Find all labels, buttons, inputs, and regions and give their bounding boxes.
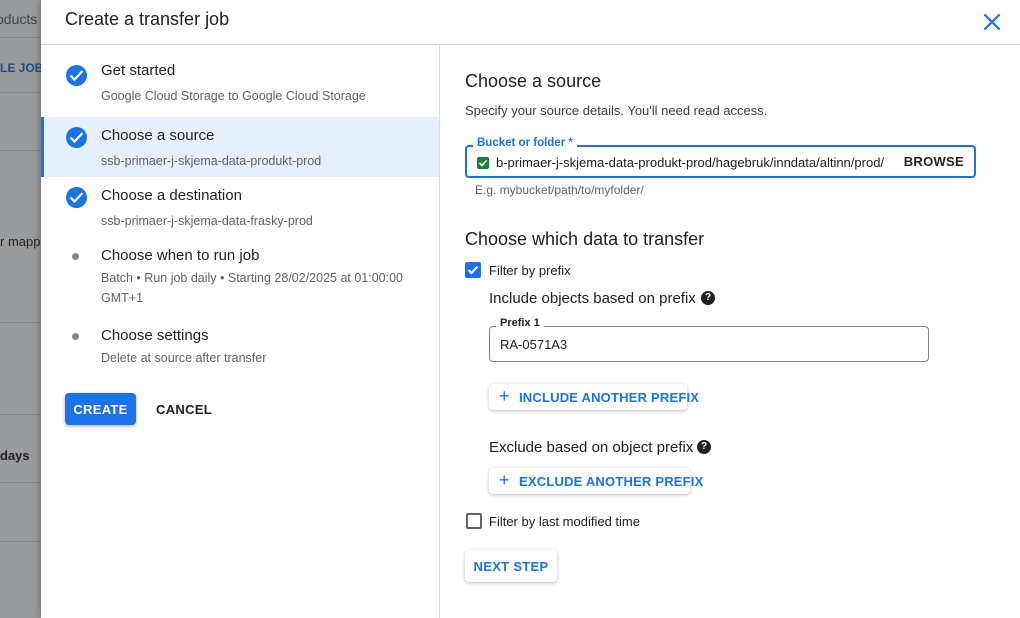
help-icon[interactable]: ? xyxy=(697,440,711,454)
filter-by-last-modified-label: Filter by last modified time xyxy=(489,514,640,529)
prefix-input[interactable]: RA-0571A3 xyxy=(500,337,567,352)
filter-by-prefix-checkbox[interactable] xyxy=(465,262,481,278)
source-panel: Choose a source Specify your source deta… xyxy=(465,45,1020,618)
source-description: Specify your source details. You'll need… xyxy=(465,103,768,118)
step-title: Choose a destination xyxy=(101,187,242,204)
step-title: Choose settings xyxy=(101,327,209,344)
browse-button[interactable]: BROWSE xyxy=(904,154,964,169)
create-transfer-job-dialog: Create a transfer job Get started Google… xyxy=(41,0,1020,618)
close-icon xyxy=(983,13,1001,31)
help-icon[interactable]: ? xyxy=(701,291,715,305)
exclude-another-prefix-button[interactable]: + EXCLUDE ANOTHER PREFIX xyxy=(489,468,703,494)
pending-dot-icon xyxy=(72,333,79,340)
prefix-field-label: Prefix 1 xyxy=(496,317,544,329)
cancel-button[interactable]: CANCEL xyxy=(149,393,219,425)
step-choose-settings[interactable]: Choose settings Delete at source after t… xyxy=(41,317,439,377)
plus-icon: + xyxy=(499,470,510,490)
dialog-header: Create a transfer job xyxy=(41,0,1020,45)
step-get-started[interactable]: Get started Google Cloud Storage to Goog… xyxy=(41,45,439,105)
filter-by-prefix-label: Filter by prefix xyxy=(489,263,571,278)
prefix-1-field[interactable]: Prefix 1 RA-0571A3 xyxy=(489,317,929,362)
bucket-verified-icon xyxy=(477,157,489,169)
step-subtitle: Google Cloud Storage to Google Cloud Sto… xyxy=(101,89,366,103)
step-subtitle: Delete at source after transfer xyxy=(101,351,267,365)
pending-dot-icon xyxy=(72,253,79,260)
filter-by-last-modified-checkbox[interactable] xyxy=(466,513,482,529)
stepper: Get started Google Cloud Storage to Goog… xyxy=(41,45,440,618)
step-subtitle: Batch • Run job daily • Starting 28/02/2… xyxy=(101,271,404,305)
step-choose-schedule[interactable]: Choose when to run job Batch • Run job d… xyxy=(41,237,439,313)
bucket-or-folder-field[interactable]: Bucket or folder * b-primaer-j-skjema-da… xyxy=(465,137,976,178)
include-prefix-heading: Include objects based on prefix xyxy=(489,290,696,307)
next-step-button[interactable]: NEXT STEP xyxy=(465,550,557,582)
step-choose-destination[interactable]: Choose a destination ssb-primaer-j-skjem… xyxy=(41,177,439,237)
bucket-hint: E.g. mybucket/path/to/myfolder/ xyxy=(475,183,644,197)
exclude-another-prefix-label: EXCLUDE ANOTHER PREFIX xyxy=(519,474,704,489)
check-circle-icon xyxy=(66,187,87,208)
step-choose-source[interactable]: Choose a source ssb-primaer-j-skjema-dat… xyxy=(41,117,439,177)
include-another-prefix-button[interactable]: + INCLUDE ANOTHER PREFIX xyxy=(489,384,699,410)
section-heading-source: Choose a source xyxy=(465,71,602,91)
check-circle-icon xyxy=(66,65,87,86)
step-title: Choose when to run job xyxy=(101,247,260,264)
step-title: Choose a source xyxy=(101,127,215,144)
plus-icon: + xyxy=(499,386,510,406)
step-subtitle: ssb-primaer-j-skjema-data-frasky-prod xyxy=(101,214,313,228)
step-title: Get started xyxy=(101,62,176,79)
create-button[interactable]: CREATE xyxy=(65,393,136,425)
step-subtitle: ssb-primaer-j-skjema-data-produkt-prod xyxy=(101,154,322,168)
bucket-input[interactable]: b-primaer-j-skjema-data-produkt-prod/hag… xyxy=(496,155,896,170)
section-heading-transfer: Choose which data to transfer xyxy=(465,229,705,249)
check-circle-icon xyxy=(66,127,87,148)
bucket-field-label: Bucket or folder * xyxy=(473,137,577,149)
include-another-prefix-label: INCLUDE ANOTHER PREFIX xyxy=(519,390,700,405)
exclude-prefix-heading: Exclude based on object prefix xyxy=(489,439,694,456)
close-button[interactable] xyxy=(978,8,1006,36)
dialog-title: Create a transfer job xyxy=(65,9,230,29)
